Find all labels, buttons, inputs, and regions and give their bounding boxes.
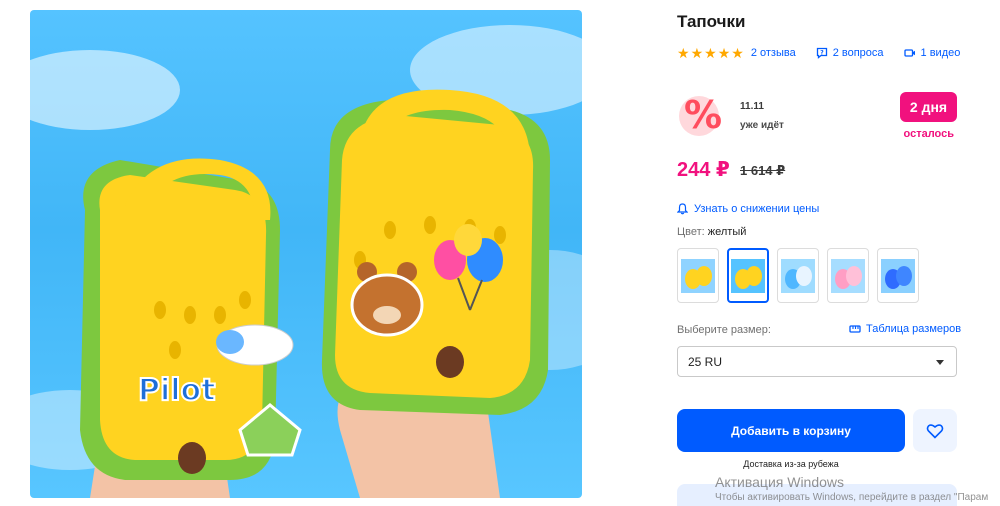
promo-date: 11.11 (740, 101, 764, 112)
days-left-label: осталось (903, 128, 955, 140)
color-swatches (677, 248, 919, 303)
color-swatch[interactable] (877, 248, 919, 303)
star-icon: ★ (704, 45, 717, 61)
color-label-prefix: Цвет: (677, 226, 708, 238)
video-label: 1 видео (920, 47, 961, 59)
rating-stars[interactable]: ★ ★ ★ ★ ★ (677, 46, 744, 60)
star-icon: ★ (677, 45, 690, 61)
size-table-link[interactable]: Таблица размеров (849, 323, 961, 335)
product-meta-row: ★ ★ ★ ★ ★ 2 отзыва ? 2 вопроса 1 видео (677, 45, 960, 61)
ruler-icon (849, 325, 861, 333)
color-swatch-selected[interactable] (727, 248, 769, 303)
color-swatch[interactable] (677, 248, 719, 303)
size-label: Выберите размер: (677, 324, 771, 336)
star-icon: ★ (717, 45, 731, 61)
bell-icon (677, 203, 688, 215)
swatch-thumbnail (781, 258, 815, 293)
swatch-thumbnail (881, 258, 915, 293)
days-remaining-badge: 2 дня (900, 92, 957, 122)
old-price: 1 614 ₽ (740, 163, 786, 178)
delivery-note: Доставка из-за рубежа (743, 459, 839, 469)
size-selected-value: 25 RU (688, 354, 723, 369)
question-icon: ? (816, 47, 827, 59)
color-swatch[interactable] (777, 248, 819, 303)
swatch-thumbnail (831, 258, 865, 293)
price-drop-notify-link[interactable]: Узнать о снижении цены (677, 203, 819, 215)
swatch-thumbnail (731, 258, 765, 293)
notify-label: Узнать о снижении цены (694, 203, 820, 215)
windows-activation-watermark: Активация Windows Чтобы активировать Win… (715, 474, 988, 503)
chevron-down-icon (936, 360, 944, 365)
product-photo[interactable]: Pilot (30, 10, 582, 498)
reviews-link[interactable]: 2 отзыва (751, 47, 796, 59)
watermark-subtitle: Чтобы активировать Windows, перейдите в … (715, 492, 989, 503)
questions-label: 2 вопроса (832, 47, 884, 59)
size-select[interactable]: 25 RU (677, 346, 957, 377)
size-table-label: Таблица размеров (866, 323, 962, 335)
video-icon (903, 49, 915, 57)
product-title: Тапочки (677, 12, 746, 31)
star-icon: ★ (731, 45, 744, 61)
current-price: 244 ₽ (677, 159, 730, 181)
heart-icon (926, 423, 944, 439)
color-swatch[interactable] (827, 248, 869, 303)
watermark-title: Активация Windows (715, 474, 845, 490)
svg-text:?: ? (820, 50, 824, 57)
star-icon: ★ (690, 45, 704, 61)
swatch-thumbnail (681, 258, 715, 293)
svg-text:%: % (684, 93, 722, 137)
favorite-button[interactable] (913, 409, 957, 452)
pilot-logo-text: Pilot (138, 373, 216, 408)
questions-link[interactable]: ? 2 вопроса (816, 47, 884, 59)
add-to-cart-button[interactable]: Добавить в корзину (677, 409, 905, 452)
promo-block[interactable]: % 11.11 уже идёт 2 дня осталось (677, 88, 957, 140)
color-label: Цвет: желтый (677, 226, 746, 238)
color-value: желтый (707, 226, 747, 238)
promo-status: уже идёт (740, 120, 784, 131)
percent-icon: % (679, 93, 722, 137)
video-link[interactable]: 1 видео (903, 47, 961, 59)
